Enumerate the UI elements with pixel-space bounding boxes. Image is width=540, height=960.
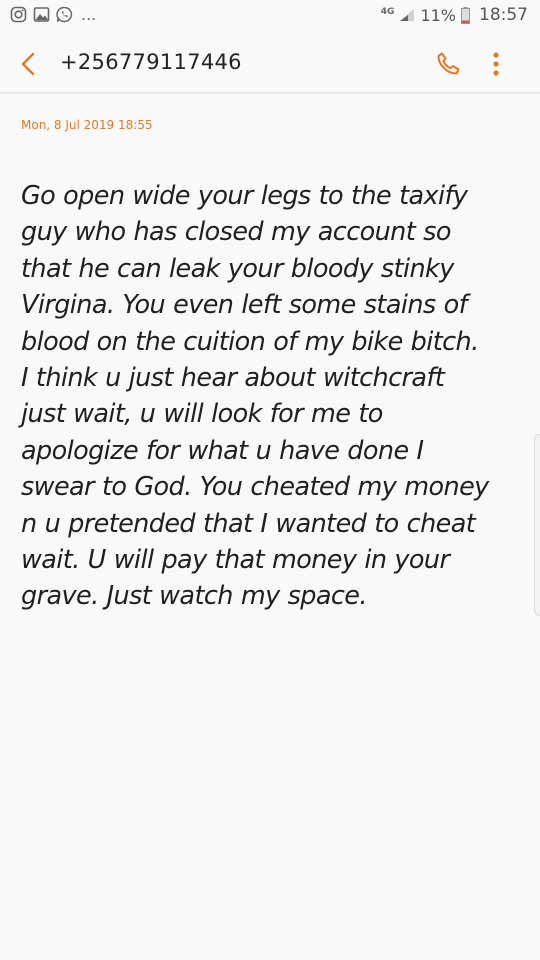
more-options-button[interactable] (484, 49, 508, 79)
whatsapp-icon (56, 6, 73, 23)
battery-percent: 11% (420, 5, 456, 25)
status-bar: ... 4G 11% 18:57 (0, 0, 540, 34)
message-line: I think u just hear about witchcraft (21, 363, 445, 394)
message-line: apologize for what u have done I (21, 435, 424, 466)
clock: 18:57 (479, 5, 528, 25)
more-notifications-indicator: ... (81, 5, 97, 24)
message-line: wait. U will pay that money in your (21, 545, 450, 576)
call-button[interactable] (433, 49, 463, 79)
message-line: Virgina. You even left some stains of (21, 290, 468, 321)
message-view[interactable]: Mon, 8 Jul 2019 18:55 Go open wide your … (0, 94, 540, 960)
gallery-icon (33, 7, 50, 22)
network-type: 4G (380, 6, 395, 17)
contact-number-title: +256779117446 (60, 50, 242, 74)
message-line: Go open wide your legs to the taxify (21, 181, 468, 211)
message-line: just wait, u will look for me to (21, 399, 383, 430)
back-button[interactable] (14, 50, 42, 78)
message-timestamp: Mon, 8 Jul 2019 18:55 (21, 118, 153, 132)
signal-icon (400, 9, 415, 21)
message-line: blood on the cuition of my bike bitch. (21, 326, 479, 357)
battery-icon (461, 6, 470, 24)
message-body[interactable]: Go open wide your legs to the taxify guy… (21, 178, 521, 615)
message-line: guy who has closed my account so (21, 217, 451, 248)
more-vertical-icon (493, 52, 499, 76)
chevron-left-icon (21, 52, 35, 76)
edge-panel-handle[interactable] (534, 434, 540, 616)
instagram-icon (10, 6, 27, 23)
conversation-header: +256779117446 (0, 34, 540, 94)
system-indicators: 4G 11% 18:57 (381, 5, 528, 25)
message-line: swear to God. You cheated my money (21, 472, 489, 503)
message-line: n u pretended that I wanted to cheat (21, 508, 476, 539)
message-line: that he can leak your bloody stinky (21, 253, 454, 284)
phone-icon (437, 52, 460, 75)
notification-icons: ... (10, 6, 96, 23)
message-line: grave. Just watch my space. (21, 581, 367, 612)
